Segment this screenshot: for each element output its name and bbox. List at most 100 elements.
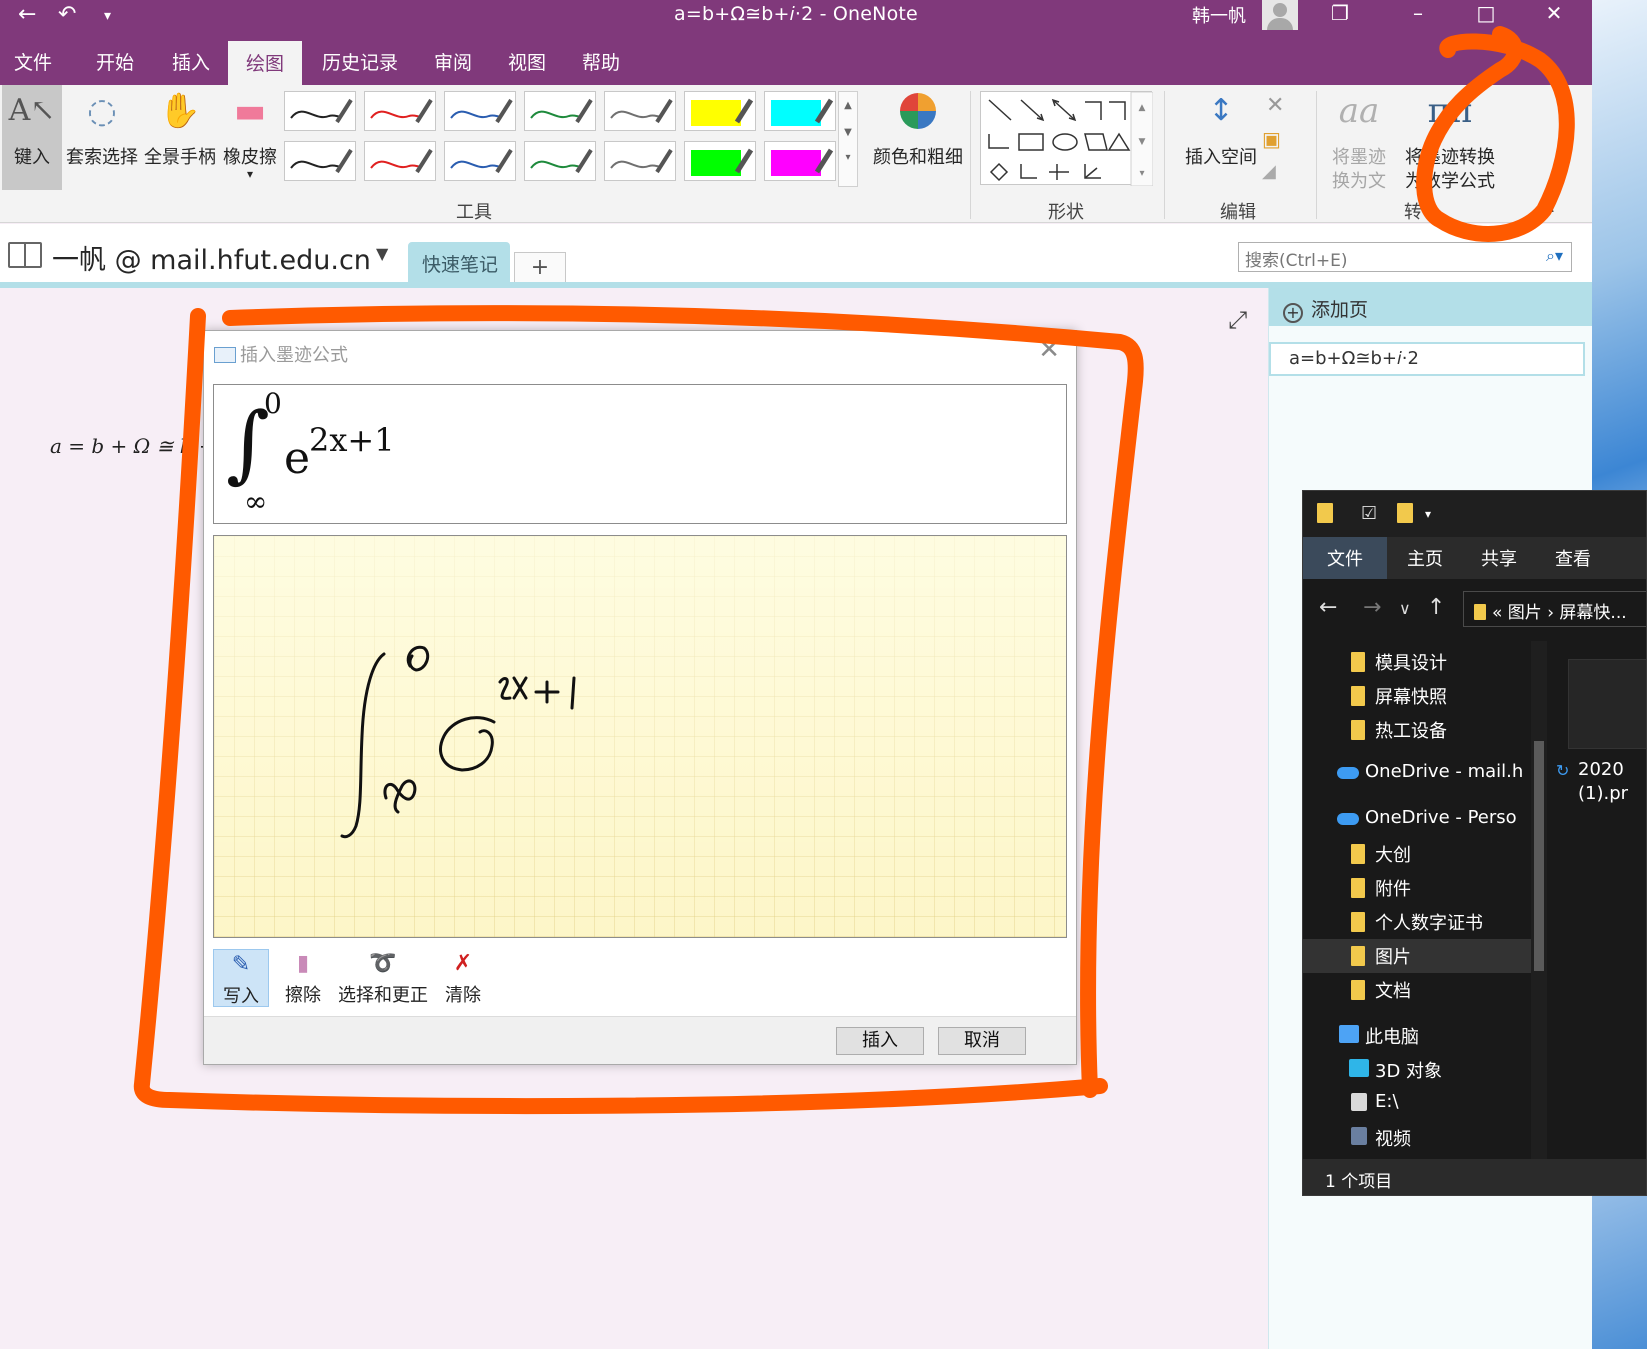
navigation-pane: 模具设计 屏幕快照 热工设备 OneDrive - mail.h OneDriv…: [1303, 639, 1548, 1159]
tab-history[interactable]: 历史记录: [322, 48, 398, 75]
pen-swatch[interactable]: [524, 141, 596, 181]
up-icon[interactable]: ↑: [1427, 595, 1445, 620]
type-button[interactable]: A↖ 键入: [2, 85, 62, 190]
insert-space-button[interactable]: ↕ 插入空间: [1176, 85, 1266, 190]
tab-view[interactable]: 视图: [508, 48, 546, 75]
erase-tool-button[interactable]: ▮ 擦除: [275, 949, 331, 1007]
lasso-select-button[interactable]: ◌ 套索选择: [64, 85, 140, 190]
tree-item-onedrive[interactable]: OneDrive - mail.h: [1303, 757, 1533, 791]
tab-review[interactable]: 审阅: [434, 48, 472, 75]
page-list-item[interactable]: a=b+Ω≅b+𝑖·2: [1269, 342, 1585, 376]
color-thickness-button[interactable]: 颜色和粗细: [868, 85, 968, 190]
lasso-icon: ◌: [87, 91, 117, 131]
pen-swatch[interactable]: [764, 141, 836, 181]
delete-icon[interactable]: ✕: [1266, 93, 1284, 118]
back-icon[interactable]: ←: [1319, 595, 1337, 620]
user-name[interactable]: 韩一帆: [1192, 2, 1246, 28]
maximize-icon[interactable]: □: [1456, 0, 1516, 30]
tree-item[interactable]: 屏幕快照: [1303, 679, 1533, 713]
pen-swatch[interactable]: [444, 141, 516, 181]
pen-swatch[interactable]: [284, 91, 356, 131]
pen-swatch[interactable]: [364, 141, 436, 181]
notebook-icon[interactable]: [8, 242, 42, 268]
pan-hand-button[interactable]: ✋ 全景手柄: [142, 85, 218, 190]
eraser-dropdown-icon[interactable]: ▾: [220, 167, 280, 181]
pen-swatch[interactable]: [364, 91, 436, 131]
add-section-button[interactable]: +: [514, 252, 566, 282]
dialog-close-icon[interactable]: ✕: [1038, 335, 1060, 365]
tree-item[interactable]: 视频: [1303, 1121, 1533, 1155]
expand-icon[interactable]: ⤢: [1228, 306, 1247, 334]
tree-item[interactable]: 3D 对象: [1303, 1053, 1533, 1087]
quick-access-dropdown-icon[interactable]: ▾: [1425, 507, 1431, 521]
pen-swatch[interactable]: [284, 141, 356, 181]
tree-item[interactable]: 附件: [1303, 871, 1533, 905]
notebook-dropdown-icon[interactable]: ▼: [376, 244, 388, 263]
tree-item[interactable]: 热工设备: [1303, 713, 1533, 747]
ink-to-text-button[interactable]: a𝑎 将墨迹 换为文: [1324, 85, 1394, 192]
recent-dropdown-icon[interactable]: ∨: [1399, 599, 1411, 618]
pen-swatch[interactable]: [684, 141, 756, 181]
ink-to-math-button[interactable]: ππ 将墨迹转换 为数学公式: [1398, 85, 1502, 192]
file-name[interactable]: 2020: [1578, 759, 1624, 780]
add-page-button[interactable]: + 添加页: [1269, 288, 1592, 326]
tree-item-this-pc[interactable]: 此电脑: [1303, 1019, 1533, 1053]
explorer-tab-home[interactable]: 主页: [1407, 545, 1443, 571]
cancel-button[interactable]: 取消: [938, 1027, 1026, 1055]
tree-item[interactable]: E:\: [1303, 1087, 1533, 1121]
file-name-line2[interactable]: (1).pr: [1578, 783, 1628, 804]
type-cursor-icon: A↖: [8, 93, 56, 128]
insert-ink-equation-dialog: 插入墨迹公式 ✕ ∫ 0 ∞ e 2x+1 ✎ 写入 ▮ 擦除 ➰ 选择和更正 …: [203, 330, 1077, 1065]
tree-item[interactable]: 模具设计: [1303, 645, 1533, 679]
tree-item-onedrive[interactable]: OneDrive - Perso: [1303, 803, 1533, 837]
arrange-icon[interactable]: ▣: [1262, 127, 1281, 151]
explorer-tab-share[interactable]: 共享: [1481, 545, 1517, 571]
insert-button[interactable]: 插入: [836, 1027, 924, 1055]
tab-insert[interactable]: 插入: [172, 48, 210, 75]
pen-swatch[interactable]: [764, 91, 836, 131]
ribbon-display-options-icon[interactable]: ❐: [1310, 0, 1370, 30]
eraser-button[interactable]: ▬ 橡皮擦 ▾: [220, 85, 280, 190]
section-tab-quick-notes[interactable]: 快速笔记: [408, 242, 510, 282]
tree-item[interactable]: 大创: [1303, 837, 1533, 871]
new-folder-icon[interactable]: [1397, 503, 1413, 528]
tree-item[interactable]: 文档: [1303, 973, 1533, 1007]
pen-swatch[interactable]: [524, 91, 596, 131]
rotate-icon[interactable]: ◢: [1262, 161, 1276, 182]
forward-icon[interactable]: →: [1363, 595, 1381, 620]
svg-text:▲: ▲: [1139, 103, 1146, 113]
clear-tool-button[interactable]: ✗ 清除: [435, 949, 491, 1007]
pen-swatch[interactable]: [604, 141, 676, 181]
type-label: 键入: [14, 147, 50, 168]
tree-item-selected[interactable]: 图片: [1303, 939, 1533, 973]
search-input[interactable]: 搜索(Ctrl+E) ⌕▾: [1238, 242, 1572, 272]
scrollbar-thumb[interactable]: [1534, 741, 1544, 971]
shapes-gallery[interactable]: ▲ ▼ ▾: [980, 91, 1154, 187]
pen-swatch[interactable]: [684, 91, 756, 131]
address-bar[interactable]: « 图片 › 屏幕快...: [1463, 591, 1646, 627]
pen-gallery: [284, 91, 860, 185]
page-equation[interactable]: a = b + Ω ≅ b +: [50, 434, 216, 458]
pen-swatch[interactable]: [444, 91, 516, 131]
explorer-tab-view[interactable]: 查看: [1555, 545, 1591, 571]
ink-writing-area[interactable]: [213, 535, 1067, 938]
tree-item[interactable]: 个人数字证书: [1303, 905, 1533, 939]
pen-swatch[interactable]: [604, 91, 676, 131]
tab-draw[interactable]: 绘图: [228, 41, 303, 85]
properties-icon[interactable]: ☑: [1361, 503, 1377, 524]
tab-help[interactable]: 帮助: [582, 48, 620, 75]
search-icon[interactable]: ⌕▾: [1546, 246, 1563, 266]
collapse-ribbon-icon[interactable]: ∧: [1544, 197, 1556, 216]
navigation-scrollbar[interactable]: [1531, 641, 1547, 1161]
close-icon[interactable]: ✕: [1524, 0, 1584, 30]
minimize-icon[interactable]: –: [1388, 0, 1448, 30]
notebook-name[interactable]: 一帆 @ mail.hfut.edu.cn: [52, 238, 371, 277]
tab-home[interactable]: 开始: [96, 48, 134, 75]
write-tool-button[interactable]: ✎ 写入: [213, 949, 269, 1007]
explorer-tab-file[interactable]: 文件: [1303, 537, 1387, 579]
pen-gallery-scroll[interactable]: ▲ ▼ ▾: [838, 91, 858, 187]
tab-file[interactable]: 文件: [14, 48, 52, 75]
select-correct-tool-button[interactable]: ➰ 选择和更正: [335, 949, 431, 1007]
avatar[interactable]: [1262, 0, 1298, 30]
file-thumbnail[interactable]: [1568, 659, 1646, 749]
